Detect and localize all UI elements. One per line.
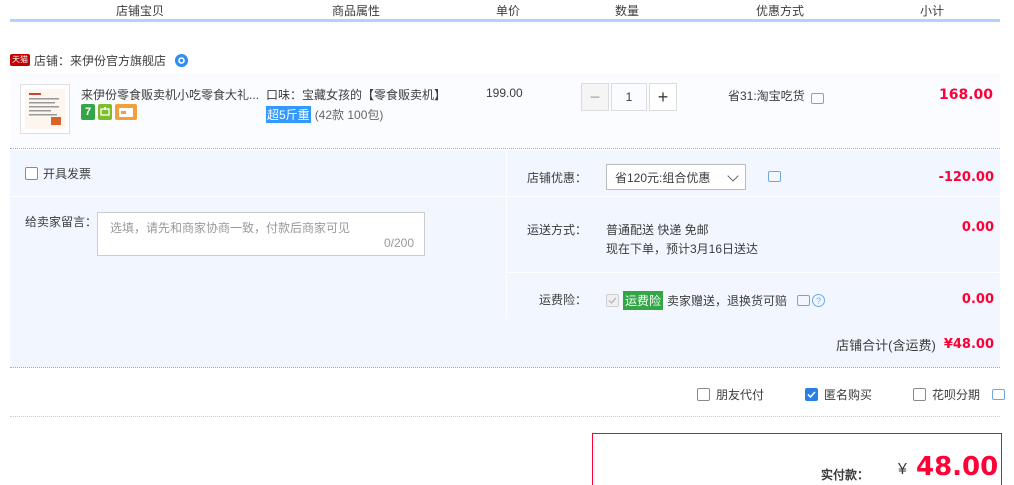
weight-detail: (42款 100包) xyxy=(314,108,384,122)
col-subtotal: 小计 xyxy=(919,4,944,18)
anonymous-checkbox[interactable] xyxy=(805,388,818,401)
quantity-decrease-button[interactable]: − xyxy=(581,83,609,111)
huabei-label: 花呗分期 xyxy=(932,388,981,402)
service-badges: 7 xyxy=(81,104,137,120)
shipping-method: 普通配送 快递 免邮 xyxy=(606,223,709,237)
col-quantity: 数量 xyxy=(614,4,639,18)
tmall-badge: 天猫 xyxy=(10,54,30,66)
attribute-weight: 超5斤重 (42款 100包) xyxy=(266,106,383,123)
shop-discount-select[interactable]: 省120元:组合优惠 xyxy=(606,164,746,190)
chevron-down-icon xyxy=(727,170,739,182)
seller-message-input[interactable]: 选填，请先和商家协商一致，付款后商家可见 0/200 xyxy=(97,212,425,256)
product-title[interactable]: 来伊份零食贩卖机小吃零食大礼... xyxy=(81,86,259,103)
col-unit-price: 单价 xyxy=(495,4,520,18)
huabei-option[interactable]: 花呗分期 xyxy=(913,386,1006,403)
comment-icon[interactable] xyxy=(797,295,811,306)
invoice-label: 开具发票 xyxy=(43,167,92,181)
shipping-info: 普通配送 快递 免邮 现在下单，预计3月16日送达 xyxy=(606,221,758,259)
shipping-insurance: 运费险 卖家赠送，退换货可赔 ? xyxy=(606,291,826,310)
friend-pay-option[interactable]: 朋友代付 xyxy=(697,386,764,403)
pay-amount: 48.00 xyxy=(916,452,999,482)
insurance-tag: 运费险 xyxy=(623,291,664,310)
col-attributes: 商品属性 xyxy=(331,4,380,18)
insurance-label: 运费险： xyxy=(538,293,587,307)
invoice-checkbox[interactable] xyxy=(25,167,38,180)
shop-total-value: ¥48.00 xyxy=(943,337,994,352)
quantity-input[interactable]: 1 xyxy=(611,83,647,111)
quantity-stepper: − 1 + xyxy=(581,83,677,111)
insurance-checkbox xyxy=(606,294,619,307)
shipping-value: 0.00 xyxy=(961,220,994,235)
divider xyxy=(10,416,1000,417)
insurance-value: 0.00 xyxy=(961,292,994,307)
seller-message-label: 给卖家留言： xyxy=(25,215,98,229)
promo-text: 省31:淘宝吃货 xyxy=(728,89,805,103)
col-shop-item: 店铺宝贝 xyxy=(115,4,164,18)
invoice-option[interactable]: 开具发票 xyxy=(25,165,91,182)
comment-icon[interactable] xyxy=(768,171,781,182)
order-extras-panel: 开具发票 给卖家留言： 选填，请先和商家协商一致，付款后商家可见 0/200 店… xyxy=(10,150,1000,368)
help-icon[interactable]: ? xyxy=(812,294,826,307)
guarantee-icon xyxy=(98,104,112,120)
shop-name[interactable]: 店铺：来伊份官方旗舰店 xyxy=(34,52,166,69)
shop-total-label: 店铺合计(含运费) xyxy=(836,338,936,353)
message-char-count: 0/200 xyxy=(383,236,414,250)
seven-day-return-icon: 7 xyxy=(81,104,95,120)
product-thumbnail[interactable] xyxy=(20,84,70,134)
attribute-flavor: 口味：宝藏女孩的【零食贩卖机】 xyxy=(266,88,447,102)
col-promo: 优惠方式 xyxy=(755,4,804,18)
shop-discount-selected: 省120元:组合优惠 xyxy=(615,170,711,185)
order-table-header: 店铺宝贝 商品属性 单价 数量 优惠方式 小计 xyxy=(10,0,1000,22)
shop-discount-value: -120.00 xyxy=(938,170,994,185)
extras-left: 开具发票 给卖家留言： 选填，请先和商家协商一致，付款后商家可见 0/200 xyxy=(10,150,506,318)
pay-label: 实付款： xyxy=(821,468,870,482)
promo-method: 省31:淘宝吃货 xyxy=(728,87,824,104)
comment-icon[interactable] xyxy=(810,92,824,104)
anonymous-label: 匿名购买 xyxy=(824,388,873,402)
seller-message-placeholder: 选填，请先和商家协商一致，付款后商家可见 xyxy=(110,221,351,235)
quantity-increase-button[interactable]: + xyxy=(649,83,677,111)
order-item-row: 来伊份零食贩卖机小吃零食大礼... 7 口味：宝藏女孩的【零食贩卖机】 超5斤重… xyxy=(10,73,1000,149)
credit-card-icon xyxy=(115,104,137,120)
shop-total: 店铺合计(含运费) ¥48.00 xyxy=(836,335,994,354)
item-subtotal: 168.00 xyxy=(938,87,993,103)
weight-highlight: 超5斤重 xyxy=(266,106,311,123)
shop-discount-label: 店铺优惠： xyxy=(526,171,587,185)
pay-currency: ¥ xyxy=(898,461,907,478)
comment-icon[interactable] xyxy=(992,389,1006,400)
unit-price: 199.00 xyxy=(486,86,523,100)
huabei-checkbox[interactable] xyxy=(913,388,926,401)
extras-right: 店铺优惠： 省120元:组合优惠 -120.00 运送方式： 普通配送 快递 免… xyxy=(506,150,1000,318)
shipping-label: 运送方式： xyxy=(526,223,587,237)
wangwang-chat-icon[interactable] xyxy=(174,53,189,68)
anonymous-option[interactable]: 匿名购买 xyxy=(805,386,872,403)
shipping-eta: 现在下单，预计3月16日送达 xyxy=(606,242,759,256)
insurance-text: 卖家赠送，退换货可赔 xyxy=(667,294,788,308)
friend-pay-checkbox[interactable] xyxy=(697,388,710,401)
friend-pay-label: 朋友代付 xyxy=(716,388,765,402)
payment-summary: 实付款： ¥ 48.00 xyxy=(592,433,1002,485)
shop-line: 天猫 店铺：来伊份官方旗舰店 xyxy=(10,52,189,68)
